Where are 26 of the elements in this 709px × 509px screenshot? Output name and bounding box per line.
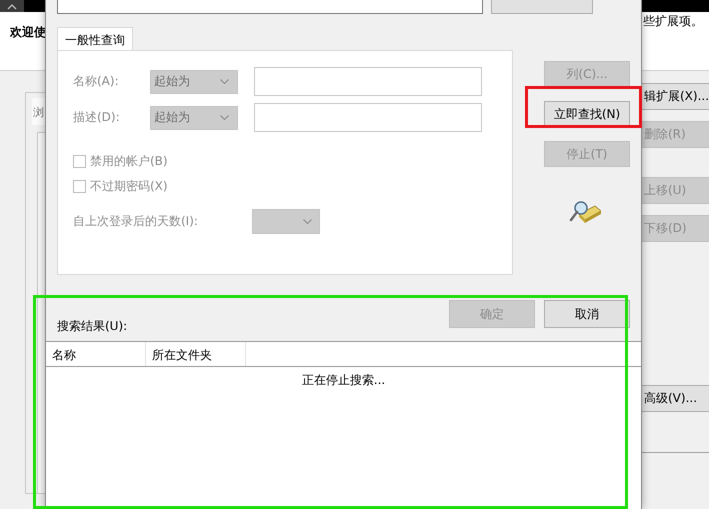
days-dropdown[interactable]: [252, 209, 320, 234]
chevron-down-icon: [303, 219, 312, 224]
cancel-button[interactable]: 取消: [544, 300, 630, 328]
action-button[interactable]: 立即查找(N): [544, 101, 630, 127]
status-text: 正在停止搜索...: [300, 372, 386, 389]
action-button[interactable]: 高级(V)...: [640, 385, 709, 412]
chevron-up-icon[interactable]: [0, 0, 24, 12]
column-header[interactable]: 名称: [46, 342, 146, 366]
description-text: 些扩展项。: [643, 13, 703, 30]
column-header[interactable]: 所在文件夹: [146, 342, 246, 366]
magnifier-folder-icon: [569, 200, 601, 224]
chevron-down-icon: [220, 115, 229, 120]
field-label: 自上次登录后的天数(I):: [73, 213, 199, 230]
field-label: 描述(D):: [73, 109, 121, 126]
tab[interactable]: 一般性查询: [57, 27, 133, 50]
checkbox-label: 不过期密码(X): [90, 178, 168, 194]
action-button[interactable]: 辑扩展(X)...: [640, 83, 709, 110]
input-field[interactable]: [254, 103, 482, 132]
text-field[interactable]: [57, 0, 483, 14]
welcome-heading: 欢迎使: [10, 24, 46, 41]
field-label: 名称(A):: [73, 73, 120, 90]
checkbox-label: 禁用的帐户(B): [90, 152, 168, 170]
chevron-down-icon: [220, 79, 229, 84]
browse-button[interactable]: [491, 0, 593, 14]
results-label: 搜索结果(U):: [57, 318, 128, 335]
input-field[interactable]: [254, 67, 482, 96]
